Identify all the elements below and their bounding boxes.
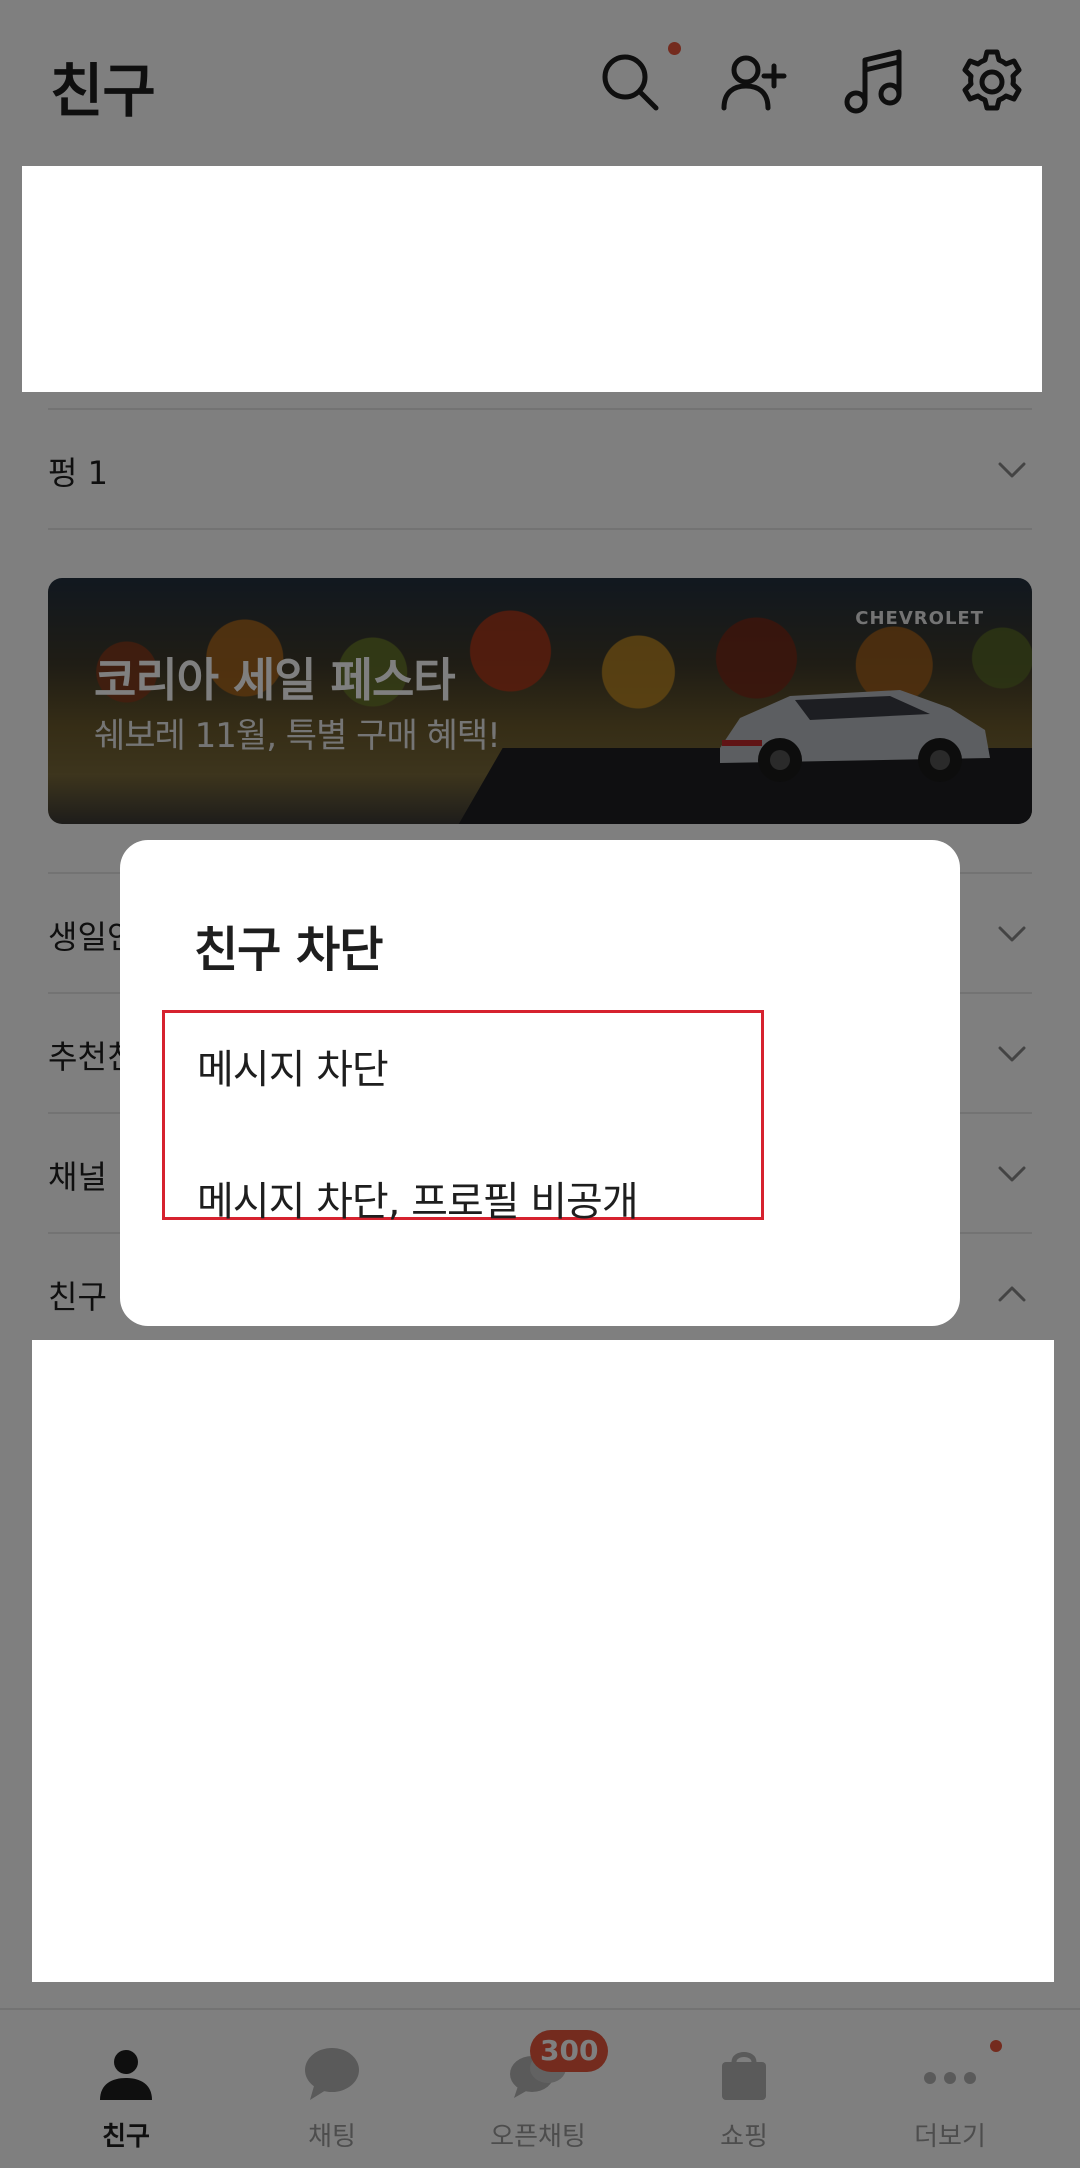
redacted-friend-list	[32, 1340, 1054, 1982]
dialog-title: 친구 차단	[194, 922, 383, 978]
redacted-profile-area	[22, 166, 1042, 392]
friends-screen: 친구 차단 메시지 차단 메시지 차단, 프로필 비공개	[0, 0, 1080, 2168]
option-block-messages-hide-profile[interactable]: 메시지 차단, 프로필 비공개	[197, 1169, 639, 1227]
block-friend-dialog: 친구 차단 메시지 차단 메시지 차단, 프로필 비공개	[120, 840, 960, 1326]
option-block-messages[interactable]: 메시지 차단	[197, 1037, 389, 1095]
dialog-options-highlight: 메시지 차단 메시지 차단, 프로필 비공개	[162, 1010, 764, 1225]
